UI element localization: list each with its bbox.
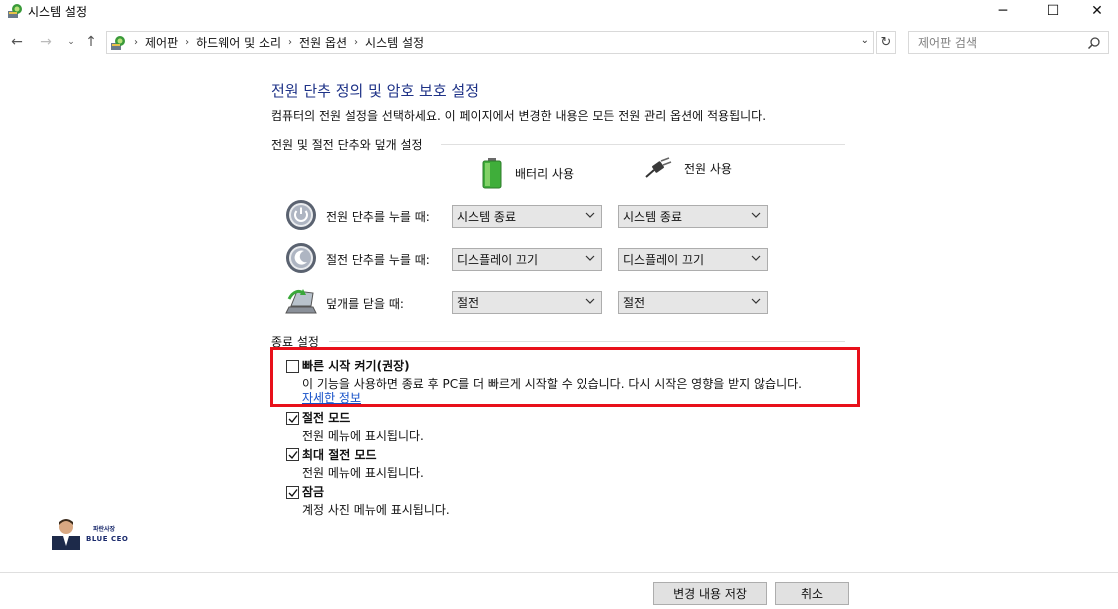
up-button[interactable]: ↑ (82, 32, 100, 52)
battery-icon (482, 158, 502, 189)
search-input[interactable] (918, 35, 1078, 50)
search-box[interactable] (908, 31, 1109, 54)
sleep-description: 전원 메뉴에 표시됩니다. (302, 429, 424, 443)
power-section-header: 전원 및 절전 단추와 덮개 설정 (271, 136, 845, 153)
lock-checkbox[interactable] (286, 486, 299, 499)
search-icon[interactable] (1087, 36, 1101, 50)
close-icon: ✕ (1091, 3, 1103, 19)
maximize-icon: ☐ (1046, 3, 1060, 19)
laptop-lid-icon (285, 289, 317, 314)
plugged-column-header: 전원 사용 (644, 157, 732, 179)
window-title: 시스템 설정 (28, 5, 88, 19)
page-description: 컴퓨터의 전원 설정을 선택하세요. 이 페이지에서 변경한 내용은 모든 전원… (271, 109, 767, 123)
save-changes-button[interactable]: 변경 내용 저장 (653, 582, 767, 605)
sleep-button-plugged-select[interactable]: 디스플레이 끄기 (618, 248, 768, 271)
chevron-down-icon (585, 212, 595, 218)
breadcrumb-system-settings[interactable]: 시스템 설정 (365, 34, 424, 51)
refresh-button[interactable]: ↻ (876, 31, 896, 54)
select-value: 디스플레이 끄기 (457, 253, 539, 267)
chevron-down-icon (585, 255, 595, 261)
select-value: 절전 (623, 296, 646, 310)
breadcrumb-separator: › (354, 37, 359, 48)
breadcrumb-hardware-sound[interactable]: 하드웨어 및 소리 (196, 34, 281, 51)
arrow-up-icon: ↑ (85, 34, 97, 50)
minimize-icon: ─ (998, 3, 1008, 19)
section-divider (441, 144, 845, 145)
power-button-icon (286, 200, 316, 230)
battery-column-header: 배터리 사용 (481, 157, 574, 189)
breadcrumb-separator: › (288, 37, 293, 48)
sleep-button-battery-select[interactable]: 디스플레이 끄기 (452, 248, 602, 271)
lock-description: 계정 사진 메뉴에 표시됩니다. (302, 503, 450, 517)
checkmark-icon (288, 415, 298, 424)
sleep-button-icon (286, 243, 316, 273)
lid-close-plugged-select[interactable]: 절전 (618, 291, 768, 314)
watermark-text: 파란사장 (93, 526, 116, 533)
sleep-checkbox[interactable] (286, 412, 299, 425)
address-bar[interactable]: › 제어판 › 하드웨어 및 소리 › 전원 옵션 › 시스템 설정 ⌄ (106, 31, 874, 54)
chevron-down-icon (751, 212, 761, 218)
highlight-box (270, 347, 860, 407)
select-value: 디스플레이 끄기 (623, 253, 705, 267)
address-dropdown-icon[interactable]: ⌄ (861, 35, 869, 46)
power-button-battery-select[interactable]: 시스템 종료 (452, 205, 602, 228)
title-bar: 시스템 설정 ─ ☐ ✕ (0, 0, 1118, 28)
hibernate-description: 전원 메뉴에 표시됩니다. (302, 466, 424, 480)
chevron-down-icon (751, 255, 761, 261)
chevron-down-icon: ⌄ (67, 37, 75, 47)
sleep-title[interactable]: 절전 모드 (302, 409, 350, 426)
breadcrumb-control-panel[interactable]: 제어판 (145, 34, 178, 51)
back-button[interactable]: ← (8, 32, 26, 52)
hibernate-checkbox[interactable] (286, 448, 299, 461)
cancel-button[interactable]: 취소 (775, 582, 849, 605)
watermark-text: BLUE CEO (86, 535, 129, 543)
forward-button[interactable]: → (37, 32, 55, 52)
lid-close-battery-select[interactable]: 절전 (452, 291, 602, 314)
breadcrumb-power-options[interactable]: 전원 옵션 (299, 34, 347, 51)
recent-locations-button[interactable]: ⌄ (62, 32, 80, 52)
control-panel-icon (111, 35, 125, 50)
arrow-left-icon: ← (11, 34, 23, 50)
close-button[interactable]: ✕ (1074, 0, 1118, 22)
select-value: 절전 (457, 296, 480, 310)
power-button-label: 전원 단추를 누를 때: (326, 210, 430, 224)
hibernate-title[interactable]: 최대 절전 모드 (302, 446, 377, 463)
select-value: 시스템 종료 (457, 210, 517, 224)
minimize-button[interactable]: ─ (980, 0, 1026, 22)
plugged-column-label: 전원 사용 (684, 161, 732, 176)
page-title: 전원 단추 정의 및 암호 보호 설정 (271, 82, 480, 100)
lock-title[interactable]: 잠금 (302, 483, 324, 500)
battery-column-label: 배터리 사용 (515, 166, 575, 181)
power-plug-icon (645, 157, 672, 178)
arrow-right-icon: → (40, 34, 52, 50)
sleep-button-label: 절전 단추를 누를 때: (326, 253, 430, 267)
chevron-down-icon (751, 298, 761, 304)
navigation-bar: ← → ⌄ ↑ › 제어판 › 하드웨어 및 소리 › 전원 옵션 › 시스템 … (0, 28, 1118, 58)
chevron-down-icon (585, 298, 595, 304)
checkmark-icon (288, 451, 298, 460)
maximize-button[interactable]: ☐ (1030, 0, 1076, 22)
select-value: 시스템 종료 (623, 210, 683, 224)
lid-close-label: 덮개를 닫을 때: (326, 297, 404, 311)
footer-divider (0, 572, 1118, 573)
power-section-title: 전원 및 절전 단추와 덮개 설정 (271, 138, 423, 152)
refresh-icon: ↻ (880, 35, 892, 50)
breadcrumb-separator: › (134, 37, 138, 48)
control-panel-icon (8, 4, 22, 18)
power-button-plugged-select[interactable]: 시스템 종료 (618, 205, 768, 228)
watermark-logo (52, 519, 80, 550)
breadcrumb-separator: › (185, 37, 190, 48)
section-divider (329, 341, 845, 342)
checkmark-icon (288, 489, 298, 498)
